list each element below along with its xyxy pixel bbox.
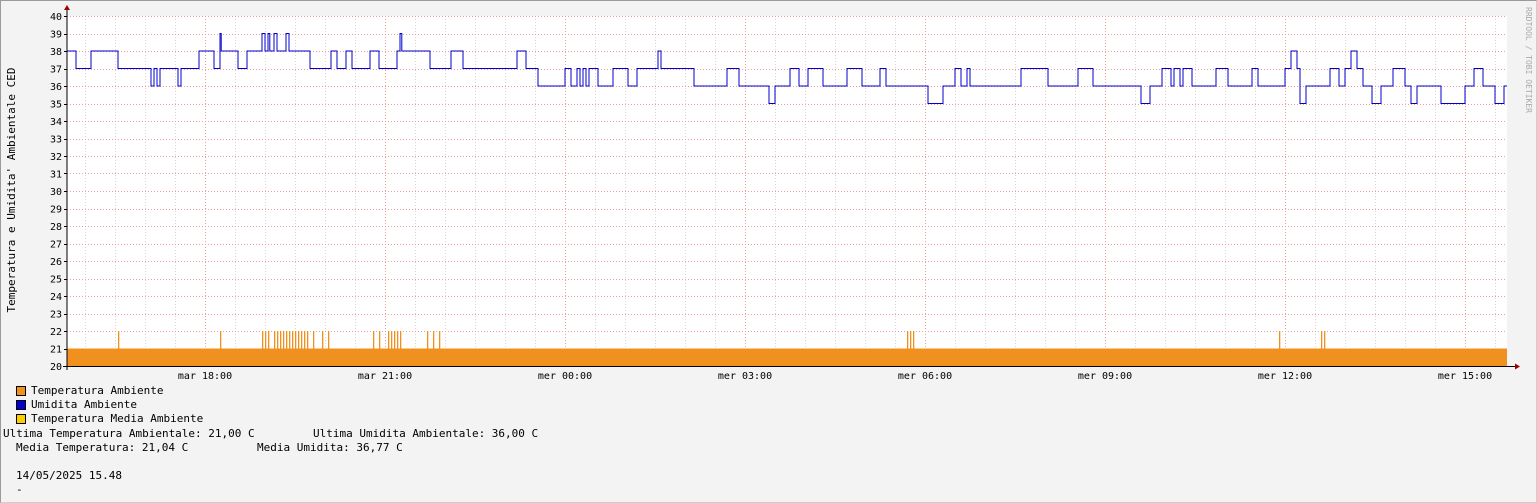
x-tick-label: mar 21:00 xyxy=(358,371,412,381)
temperatura-spike xyxy=(391,331,393,349)
x-tick-label: mer 06:00 xyxy=(898,371,952,381)
temperatura-spike xyxy=(433,331,435,349)
temperatura-spike xyxy=(910,331,912,349)
temperatura-spike xyxy=(913,331,915,349)
y-tick-label: 30 xyxy=(50,187,62,198)
temperatura-spike xyxy=(400,331,402,349)
y-tick-label: 20 xyxy=(50,362,62,373)
y-tick-label: 25 xyxy=(50,275,62,286)
y-tick-label: 39 xyxy=(50,30,62,41)
timestamp: 14/05/2025 15.48 xyxy=(16,469,122,482)
chart-frame: 20 21 22 23 24 25 26 27 28 29 30 31 32 33 34 35 36 37 38 39… xyxy=(0,0,1537,503)
temperatura-spike xyxy=(268,331,270,349)
temperatura-spike xyxy=(304,331,306,349)
rrdtool-watermark: RRDTOOL / TOBI OETIKER xyxy=(1524,7,1533,113)
temperatura-spike xyxy=(439,331,441,349)
temperatura-spike xyxy=(394,331,396,349)
y-tick-label: 23 xyxy=(50,310,62,321)
temperatura-spike xyxy=(277,331,279,349)
y-tick-label: 37 xyxy=(50,65,62,76)
stat-ultima-umidita: Ultima Umidita Ambientale: 36,00 C xyxy=(313,427,539,440)
temperatura-spike xyxy=(280,331,282,349)
temperatura-spike xyxy=(295,331,297,349)
temperatura-spike xyxy=(289,331,291,349)
temperatura-spike xyxy=(301,331,303,349)
x-tick-label: mar 18:00 xyxy=(178,371,232,381)
y-tick-label: 40 xyxy=(50,12,62,23)
y-tick-label: 29 xyxy=(50,205,62,216)
y-tick-label: 22 xyxy=(50,327,62,338)
y-tick-label: 21 xyxy=(50,345,62,356)
y-tick-label: 28 xyxy=(50,222,62,233)
y-tick-label: 32 xyxy=(50,152,62,163)
x-tick-label: mer 03:00 xyxy=(718,371,772,381)
legend-label: Umidita Ambiente xyxy=(31,398,137,411)
stat-media-umidita: Media Umidita: 36,77 C xyxy=(257,441,403,454)
chart-svg: 20 21 22 23 24 25 26 27 28 29 30 31 32 33 34 35 36 37 38 39… xyxy=(5,5,1533,381)
legend-swatch-temperatura xyxy=(16,386,26,396)
x-tick-label: mer 15:00 xyxy=(1438,371,1492,381)
y-axis-arrow xyxy=(64,5,70,10)
legend-swatch-temperatura-media xyxy=(16,414,26,424)
y-tick-labels: 20 21 22 23 24 25 26 27 28 29 30 31 32 33 34 35 36 37 38 39… xyxy=(50,12,62,373)
x-tick-label: mer 00:00 xyxy=(538,371,592,381)
temperatura-spike xyxy=(397,331,399,349)
x-tick-label: mer 12:00 xyxy=(1258,371,1312,381)
temperatura-spike xyxy=(1321,331,1323,349)
temperatura-spike xyxy=(1279,331,1281,349)
x-tick-label: mer 09:00 xyxy=(1078,371,1132,381)
temperatura-spike xyxy=(427,331,429,349)
y-tick-label: 38 xyxy=(50,47,62,58)
y-tick-label: 27 xyxy=(50,240,62,251)
temperatura-spike xyxy=(274,331,276,349)
legend-label: Temperatura Media Ambiente xyxy=(31,412,204,425)
temperatura-spike xyxy=(307,331,309,349)
temperatura-spike xyxy=(1324,331,1326,349)
temperatura-spike xyxy=(292,331,294,349)
temperatura-spike xyxy=(379,331,381,349)
temperatura-spike xyxy=(118,331,120,349)
temperatura-spike xyxy=(283,331,285,349)
stat-media-temperatura: Media Temperatura: 21,04 C xyxy=(16,441,189,454)
temperatura-spike xyxy=(328,331,330,349)
temperatura-spike xyxy=(373,331,375,349)
y-tick-label: 33 xyxy=(50,135,62,146)
y-tick-label: 35 xyxy=(50,100,62,111)
temperatura-spike xyxy=(265,331,267,349)
y-tick-label: 36 xyxy=(50,82,62,93)
temperatura-spike xyxy=(220,331,222,349)
y-tick-label: 26 xyxy=(50,257,62,268)
y-axis-label: Temperatura e Umidita' Ambientale CED xyxy=(5,67,18,312)
y-tick-label: 34 xyxy=(50,117,62,128)
temperatura-spike xyxy=(262,331,264,349)
y-tick-label: 24 xyxy=(50,292,62,303)
x-tick-labels: mar 18:00 mar 21:00 mer 00:00 mer 03:00 mer … xyxy=(178,371,1492,381)
stat-ultima-temperatura: Ultima Temperatura Ambientale: 21,00 C xyxy=(3,427,255,440)
temperatura-spike xyxy=(322,331,324,349)
legend-label: Temperatura Ambiente xyxy=(31,384,164,397)
x-axis-arrow xyxy=(1515,363,1520,370)
temperatura-spike xyxy=(286,331,288,349)
temperatura-spike xyxy=(313,331,315,349)
temperatura-spike xyxy=(388,331,390,349)
legend-swatch-umidita xyxy=(16,400,26,410)
y-tick-label: 31 xyxy=(50,170,62,181)
footer-dash: - xyxy=(16,483,23,496)
temperatura-spike xyxy=(907,331,909,349)
temperatura-spike xyxy=(298,331,300,349)
temperatura-area xyxy=(67,348,1507,366)
